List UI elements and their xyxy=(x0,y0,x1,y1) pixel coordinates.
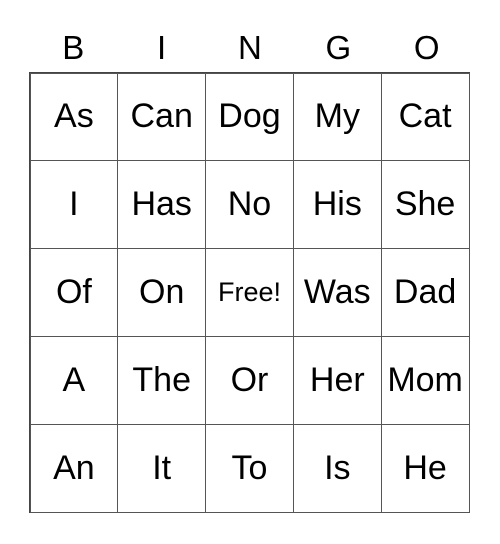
bingo-cell[interactable]: Has xyxy=(117,160,207,250)
bingo-cell[interactable]: My xyxy=(292,72,382,162)
header-letter-n: N xyxy=(238,29,262,66)
bingo-cell[interactable]: On xyxy=(117,248,207,337)
bingo-cell[interactable]: A xyxy=(29,335,119,425)
bingo-cell[interactable]: She xyxy=(380,160,470,250)
bingo-cell[interactable]: No xyxy=(205,160,294,250)
bingo-cell[interactable]: Free! xyxy=(205,248,294,337)
bingo-header: B I N G O xyxy=(29,28,471,68)
bingo-cell[interactable]: As xyxy=(29,72,119,162)
bingo-cell[interactable]: It xyxy=(117,423,207,513)
bingo-cell[interactable]: Of xyxy=(29,248,119,337)
bingo-cell[interactable]: The xyxy=(117,335,207,425)
bingo-grid: As Can Dog My Cat I Has No His She Of On Free! Was Dad… xyxy=(29,72,470,513)
header-letter-b: B xyxy=(62,29,85,66)
header-letter-o: O xyxy=(413,29,440,66)
bingo-cell[interactable]: He xyxy=(380,423,470,513)
bingo-cell[interactable]: Can xyxy=(117,72,207,162)
bingo-cell[interactable]: Dad xyxy=(380,248,470,337)
bingo-cell[interactable]: Or xyxy=(205,335,294,425)
bingo-cell[interactable]: Mom xyxy=(380,335,470,425)
bingo-cell[interactable]: Cat xyxy=(380,72,470,162)
bingo-cell[interactable]: To xyxy=(205,423,294,513)
bingo-cell[interactable]: Dog xyxy=(205,72,294,162)
bingo-cell[interactable]: Is xyxy=(292,423,382,513)
header-letter-g: G xyxy=(325,29,352,66)
bingo-cell[interactable]: His xyxy=(292,160,382,250)
header-letter-i: I xyxy=(157,29,167,66)
bingo-cell[interactable]: I xyxy=(29,160,119,250)
bingo-cell[interactable]: An xyxy=(29,423,119,513)
bingo-cell[interactable]: Her xyxy=(292,335,382,425)
bingo-cell[interactable]: Was xyxy=(292,248,382,337)
